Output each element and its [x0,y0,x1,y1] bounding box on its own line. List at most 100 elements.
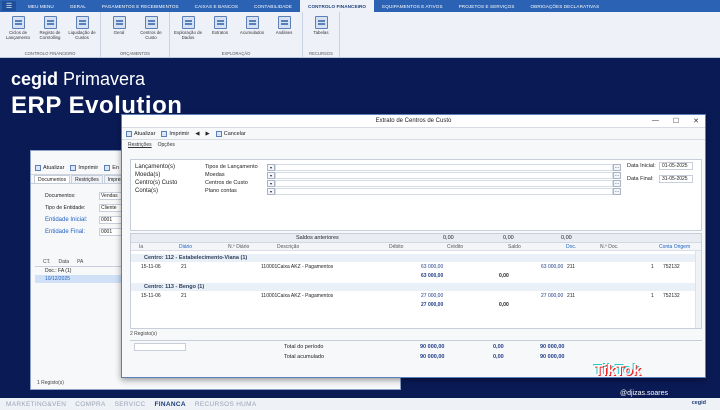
refresh-icon [35,164,41,171]
group-row[interactable]: Centro: 112 - Estabelecimento-Viana (1) [131,254,701,262]
module-marketing[interactable]: MARKETING&VEN [6,401,66,408]
accumulated-icon [245,16,259,29]
cost-center-icon [144,16,158,29]
back-status: 1 Registo(s) [37,380,64,386]
tab-projetos[interactable]: PROJETOS E SERVIÇOS [451,0,523,12]
ribbon-group-orcamentos: Geral Centros de Custo ORÇAMENTOS [101,12,170,57]
module-compras[interactable]: COMPRA [75,401,105,408]
maximize-icon[interactable]: ☐ [673,117,679,125]
geral-button[interactable]: Geral [104,14,134,50]
print-button[interactable]: Imprimir [70,164,98,171]
group-row[interactable]: Centro: 113 - Bengo (1) [131,283,701,291]
ribbon-group-controlo: Ciclos de Lançamento Registo de Controll… [0,12,101,57]
table-icon [314,16,328,29]
budget-icon [112,16,126,29]
ciclos-lancamento-button[interactable]: Ciclos de Lançamento [3,14,33,50]
front-toolbar: Atualizar Imprimir ◀ ▶ Cancelar [122,128,705,140]
ellipsis-button[interactable]: ... [613,171,621,179]
tab-obrigacoes[interactable]: OBRIGAÇÕES DECLARATIVAS [523,0,608,12]
record-count: 2 Registo(s) [130,331,157,337]
back-grid: CT. Data PA Doc.: FA (1) 10/12/2025 [35,259,125,283]
criteria-check[interactable]: ▾ [267,171,275,179]
prev-arrow-icon[interactable]: ◀ [195,131,199,137]
criteria-panel: Lançamento(s) Tipos de Lançamento ▾... Moe… [130,159,702,231]
refresh-button[interactable]: Atualizar [126,130,155,137]
table-row[interactable]: 15-11-06 21 110001 Caixa AKZ - Pagamento… [131,292,701,300]
total-periodo-row: Total do período 90 000,00 0,00 90 000,0… [284,344,565,350]
registo-controlling-button[interactable]: Registo de Controlling [35,14,65,50]
minimize-icon[interactable]: — [652,117,659,125]
print-icon [70,164,77,171]
criteria-input[interactable] [275,187,613,195]
ellipsis-button[interactable]: ... [613,187,621,195]
entity-start-link[interactable]: Entidade Inicial: [45,217,99,223]
totals-divider [130,340,702,341]
cancel-button[interactable]: Cancelar [215,130,246,137]
tab-restricoes[interactable]: Restrições [71,175,103,183]
analises-button[interactable]: Análises [269,14,299,50]
results-grid: Saldos anteriores 0,00 0,00 0,00 Ia Diár… [130,233,702,329]
table-row[interactable]: 15-11-06 21 110001 Caixa AKZ - Pagamento… [131,263,701,271]
analysis-icon [277,16,291,29]
criteria-input[interactable] [275,179,613,187]
next-arrow-icon[interactable]: ▶ [206,131,210,137]
email-button[interactable]: En [104,164,119,171]
criteria-check[interactable]: ▾ [267,163,275,171]
print-button[interactable]: Imprimir [161,130,189,137]
menu-icon[interactable]: ☰ [2,1,16,11]
print-icon [161,130,168,137]
criteria-input[interactable] [275,171,613,179]
date-end-field[interactable]: 31-05-2025 [659,175,693,183]
vertical-scrollbar[interactable] [695,251,701,328]
email-icon [104,164,111,171]
centros-custo-button[interactable]: Centros de Custo [136,14,166,50]
tab-equipamentos[interactable]: EQUIPAMENTOS E ATIVOS [374,0,451,12]
exploracao-dados-button[interactable]: Exploração de Dados [173,14,203,50]
date-start-field[interactable]: 01-05-2025 [659,162,693,170]
tab-restricoes[interactable]: Restrições [126,142,154,150]
tab-pagamentos[interactable]: PAGAMENTOS E RECEBIMENTOS [94,0,187,12]
ellipsis-button[interactable]: ... [613,179,621,187]
entity-end-link[interactable]: Entidade Final: [45,229,99,235]
tab-contabilidade[interactable]: CONTABILIDADE [246,0,300,12]
total-acumulado-row: Total acumulado 90 000,00 0,00 90 000,00 [284,354,565,360]
extrato-window: Extrato de Centros de Custo — ☐ ✕ Atuali… [121,114,706,378]
cancel-icon [215,130,222,137]
saldos-row: Saldos anteriores 0,00 0,00 0,00 [131,234,701,243]
module-rh[interactable]: RECURSOS HUMA [195,401,257,408]
criteria-input[interactable] [275,163,613,171]
refresh-button[interactable]: Atualizar [35,164,64,171]
list-item[interactable]: Doc.: FA (1) [35,267,125,275]
data-explore-icon [181,16,195,29]
list-item[interactable]: 10/12/2025 [35,275,125,283]
ribbon-group-recursos: Tabelas RECURSOS [303,12,340,57]
refresh-icon [126,130,132,137]
tabelas-button[interactable]: Tabelas [306,14,336,50]
tab-meu-menu[interactable]: MEU MENU [20,0,62,12]
cycle-icon [11,16,25,29]
tab-documentos[interactable]: Documentos [34,175,71,183]
module-bar: MARKETING&VEN COMPRA SERVICC FINANCA REC… [0,398,720,410]
module-servicos[interactable]: SERVICC [115,401,146,408]
tab-geral[interactable]: GERAL [62,0,94,12]
module-financas[interactable]: FINANCA [154,401,185,408]
tab-caixas[interactable]: CAIXAS E BANCOS [187,0,246,12]
criteria-check[interactable]: ▾ [267,179,275,187]
tab-controlo-financeiro[interactable]: CONTROLO FINANCEIRO [300,0,375,12]
window-title-bar: Extrato de Centros de Custo — ☐ ✕ [122,115,705,128]
brand-cegid-primavera: cegid Primavera [11,69,146,89]
liquidacao-custos-button[interactable]: Liquidação de Custos [67,14,97,50]
close-icon[interactable]: ✕ [693,117,699,125]
tab-opcoes[interactable]: Opções [156,142,177,150]
window-title: Extrato de Centros de Custo [375,118,452,124]
subtotal-row: 63 000,00 0,00 [421,273,509,279]
tiktok-logo: TikTok [594,362,641,379]
ellipsis-button[interactable]: ... [613,163,621,171]
criteria-check[interactable]: ▾ [267,187,275,195]
extratos-button[interactable]: Extratos [205,14,235,50]
cegid-logo: cegid [691,400,706,406]
acumulados-button[interactable]: Acumulados [237,14,267,50]
front-tabs: Restrições Opções [122,142,705,150]
liquidation-icon [75,16,89,29]
ribbon: Ciclos de Lançamento Registo de Controll… [0,12,720,58]
